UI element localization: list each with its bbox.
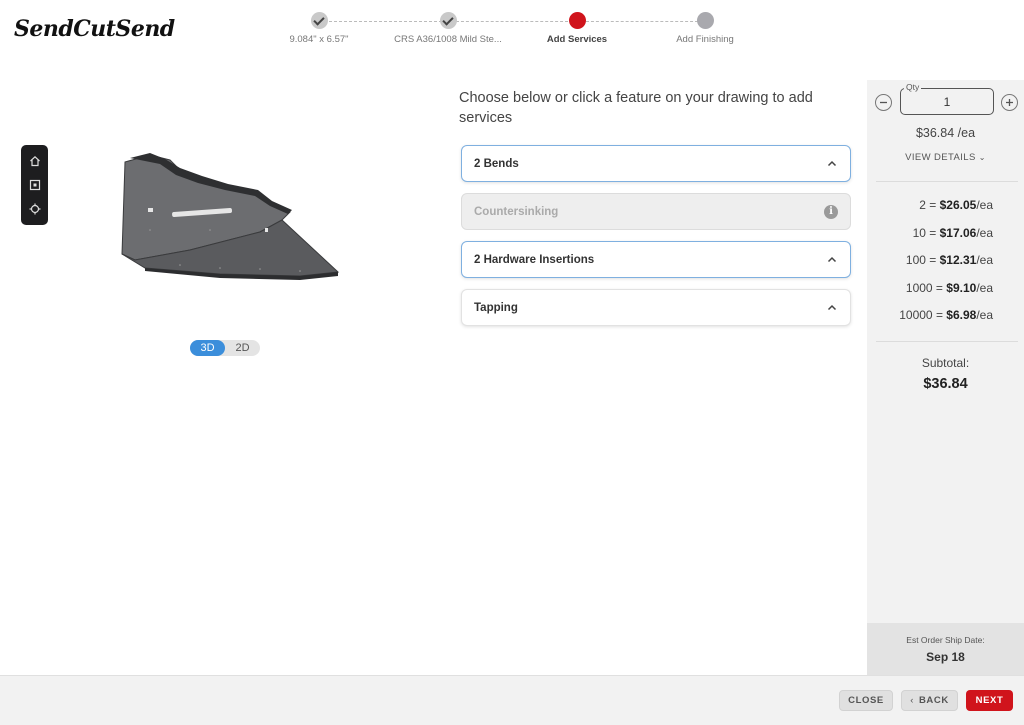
tier-unit: /ea (976, 280, 993, 295)
service-bends[interactable]: 2 Bends (461, 145, 851, 182)
tier-unit: /ea (976, 225, 993, 240)
quantity-stepper: 1 Qty (867, 82, 1024, 116)
chevron-up-icon[interactable] (826, 158, 838, 170)
services-prompt: Choose below or click a feature on your … (459, 90, 813, 126)
cube-front-icon[interactable] (26, 176, 44, 194)
tier-price: $26.05 (939, 198, 977, 212)
view-details-label: VIEW DETAILS (905, 152, 976, 163)
step-label: Add Services (546, 34, 608, 45)
brand-logo[interactable]: SendCutSend (14, 16, 175, 42)
service-label: 2 Bends (474, 157, 519, 170)
next-button[interactable]: NEXT (966, 690, 1013, 711)
app-root: SendCutSend 9.084" x 6.57" CRS A36/1008 … (0, 0, 1024, 725)
step-label: CRS A36/1008 Mild Ste... (394, 34, 502, 45)
price-tier: 2 = $26.05/ea (867, 198, 993, 226)
price-tier: 100 = $12.31/ea (867, 253, 993, 281)
check-icon (439, 12, 457, 29)
service-label: Countersinking (474, 205, 559, 218)
tier-qty: 100 = (905, 253, 940, 267)
subtotal-label: Subtotal: (921, 356, 970, 370)
view-details-link[interactable]: VIEW DETAILS ⌄ (867, 152, 1024, 163)
chevron-down-icon: ⌄ (978, 153, 986, 162)
divider (876, 181, 1018, 182)
step-material[interactable]: CRS A36/1008 Mild Ste... (384, 12, 512, 45)
view-mode-toggle: 3D 2D (190, 340, 260, 356)
back-label: BACK (918, 695, 949, 706)
tier-price: $17.06 (939, 225, 977, 240)
service-countersinking: Countersinking i (461, 193, 851, 230)
progress-stepper: 9.084" x 6.57" CRS A36/1008 Mild Ste... … (255, 12, 770, 52)
pricing-panel: 1 Qty $36.84 /ea VIEW DETAILS ⌄ 2 = $26.… (867, 80, 1024, 675)
toggle-3d[interactable]: 3D (190, 340, 225, 356)
subtotal-value: $36.84 (923, 376, 968, 392)
tier-unit: /ea (976, 308, 993, 322)
home-icon[interactable] (26, 152, 44, 170)
ship-date-value: Sep 18 (926, 650, 965, 664)
toggle-2d[interactable]: 2D (225, 340, 260, 356)
viewer-toolbar (21, 145, 48, 225)
price-tier: 10000 = $6.98/ea (867, 308, 993, 336)
tier-qty: 1000 = (905, 280, 947, 295)
active-step-dot (568, 12, 586, 29)
quantity-label: Qty (904, 82, 922, 92)
step-add-finishing[interactable]: Add Finishing (641, 12, 769, 45)
ship-date-box: Est Order Ship Date: Sep 18 (867, 623, 1024, 675)
step-label: 9.084" x 6.57" (289, 34, 349, 45)
service-label: Tapping (474, 301, 518, 314)
chevron-left-icon: ‹ (910, 695, 914, 706)
tier-price: $6.98 (946, 308, 977, 322)
pending-step-dot (696, 12, 714, 29)
ship-date-label: Est Order Ship Date: (906, 635, 985, 645)
quantity-input[interactable]: 1 (900, 88, 994, 115)
increment-button[interactable] (1001, 94, 1018, 111)
tier-qty: 10 = (912, 225, 940, 240)
chevron-up-icon[interactable] (826, 302, 838, 314)
step-add-services[interactable]: Add Services (513, 12, 641, 45)
step-label: Add Finishing (676, 34, 734, 45)
service-label: 2 Hardware Insertions (474, 253, 595, 266)
step-dimensions[interactable]: 9.084" x 6.57" (255, 12, 383, 45)
fit-view-icon[interactable] (26, 200, 44, 218)
price-tiers: 2 = $26.05/ea 10 = $17.06/ea 100 = $12.3… (867, 198, 993, 336)
tier-unit: /ea (976, 253, 993, 267)
footer-bar: CLOSE ‹ BACK NEXT (0, 675, 1024, 725)
price-tier: 10 = $17.06/ea (867, 226, 993, 254)
decrement-button[interactable] (875, 94, 892, 111)
tier-qty: 2 = (919, 198, 940, 212)
tier-unit: /ea (976, 198, 993, 212)
tier-price: $12.31 (939, 253, 977, 267)
divider (876, 341, 1018, 342)
close-button[interactable]: CLOSE (839, 690, 893, 711)
service-tapping[interactable]: Tapping (461, 289, 851, 326)
service-hardware-insertions[interactable]: 2 Hardware Insertions (461, 241, 851, 278)
part-3d-model[interactable] (110, 150, 350, 290)
check-icon (310, 12, 328, 29)
info-icon[interactable]: i (824, 204, 838, 219)
price-tier: 1000 = $9.10/ea (867, 281, 993, 309)
chevron-up-icon[interactable] (826, 254, 838, 266)
back-button[interactable]: ‹ BACK (901, 690, 958, 711)
tier-price: $9.10 (946, 280, 977, 295)
unit-price: $36.84 /ea (915, 126, 976, 140)
tier-qty: 10000 = (899, 308, 947, 322)
